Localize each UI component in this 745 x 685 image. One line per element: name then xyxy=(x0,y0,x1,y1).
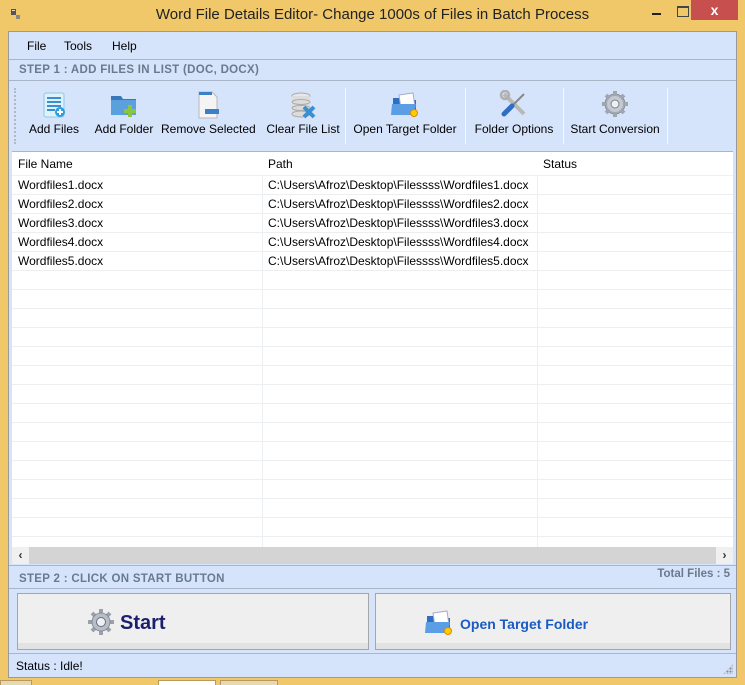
open-folder-icon xyxy=(425,610,452,635)
start-conversion-button[interactable]: Start Conversion xyxy=(567,82,663,150)
taskbar-item[interactable] xyxy=(158,680,216,685)
file-name-cell: Wordfiles3.docx xyxy=(18,216,104,230)
table-row[interactable]: Wordfiles1.docx C:\Users\Afroz\Desktop\Fi… xyxy=(12,176,733,195)
taskbar-item[interactable] xyxy=(0,680,32,685)
add-files-button[interactable]: Add Files xyxy=(23,82,85,150)
empty-row[interactable] xyxy=(12,404,733,423)
empty-row[interactable] xyxy=(12,442,733,461)
path-cell: C:\Users\Afroz\Desktop\Filessss\Wordfile… xyxy=(268,216,529,230)
clear-list-icon xyxy=(291,92,316,119)
menu-help[interactable]: Help xyxy=(112,39,137,53)
step1-header: STEP 1 : ADD FILES IN LIST (DOC, DOCX) xyxy=(9,59,736,81)
file-list-grid[interactable]: File Name Path Status Wordfiles1.docx C:\… xyxy=(12,151,733,547)
add-files-label: Add Files xyxy=(28,122,80,136)
clear-file-list-label: Clear File List xyxy=(266,122,340,136)
minimize-button[interactable] xyxy=(644,0,670,20)
remove-file-icon xyxy=(198,91,219,119)
start-label: Start xyxy=(120,612,166,634)
scroll-left-button[interactable]: ‹ xyxy=(12,547,29,564)
column-header-status[interactable]: Status xyxy=(543,157,577,171)
path-cell: C:\Users\Afroz\Desktop\Filessss\Wordfile… xyxy=(268,235,529,249)
open-folder-icon xyxy=(391,92,418,117)
status-bar: Status : Idle! xyxy=(9,653,736,677)
toolbar-separator xyxy=(345,88,346,144)
add-files-icon xyxy=(43,92,65,118)
gear-icon xyxy=(602,91,628,117)
grid-header: File Name Path Status xyxy=(12,152,733,176)
menu-file[interactable]: File xyxy=(27,39,46,53)
gear-icon xyxy=(88,609,114,635)
wrench-screwdriver-icon xyxy=(499,90,526,117)
window-title: Word File Details Editor- Change 1000s o… xyxy=(155,6,590,23)
file-name-cell: Wordfiles5.docx xyxy=(18,254,104,268)
main-window: File Tools Help STEP 1 : ADD FILES IN LI… xyxy=(8,31,737,678)
open-target-folder-toolbar-button[interactable]: Open Target Folder xyxy=(351,82,459,150)
empty-row[interactable] xyxy=(12,366,733,385)
empty-row[interactable] xyxy=(12,328,733,347)
toolbar-separator xyxy=(465,88,466,144)
path-cell: C:\Users\Afroz\Desktop\Filessss\Wordfile… xyxy=(268,178,529,192)
empty-row[interactable] xyxy=(12,518,733,537)
clear-file-list-button[interactable]: Clear File List xyxy=(263,82,343,150)
empty-row[interactable] xyxy=(12,290,733,309)
table-row[interactable]: Wordfiles4.docx C:\Users\Afroz\Desktop\Fi… xyxy=(12,233,733,252)
title-bar[interactable]: Word File Details Editor- Change 1000s o… xyxy=(0,0,745,31)
toolbar: Add Files Add Folder Remove Selected Cle… xyxy=(9,82,736,150)
step1-label: STEP 1 : ADD FILES IN LIST (DOC, DOCX) xyxy=(19,64,260,76)
file-name-cell: Wordfiles2.docx xyxy=(18,197,104,211)
folder-options-label: Folder Options xyxy=(474,122,554,136)
empty-row[interactable] xyxy=(12,480,733,499)
path-cell: C:\Users\Afroz\Desktop\Filessss\Wordfile… xyxy=(268,254,529,268)
close-button[interactable]: x xyxy=(691,0,738,20)
start-button[interactable]: Start xyxy=(17,593,369,650)
menu-tools[interactable]: Tools xyxy=(64,39,92,53)
toolbar-separator xyxy=(563,88,564,144)
empty-row[interactable] xyxy=(12,499,733,518)
open-target-folder-button[interactable]: Open Target Folder xyxy=(375,593,731,650)
column-header-file-name[interactable]: File Name xyxy=(18,157,73,171)
remove-selected-label: Remove Selected xyxy=(161,122,256,136)
scrollbar-thumb[interactable] xyxy=(29,547,716,564)
add-folder-label: Add Folder xyxy=(94,122,154,136)
path-cell: C:\Users\Afroz\Desktop\Filessss\Wordfile… xyxy=(268,197,529,211)
resize-grip[interactable] xyxy=(723,664,733,674)
taskbar-item[interactable] xyxy=(220,680,278,685)
table-row[interactable]: Wordfiles5.docx C:\Users\Afroz\Desktop\Fi… xyxy=(12,252,733,271)
open-target-folder-toolbar-label: Open Target Folder xyxy=(353,122,457,136)
table-row[interactable]: Wordfiles3.docx C:\Users\Afroz\Desktop\Fi… xyxy=(12,214,733,233)
column-header-path[interactable]: Path xyxy=(268,157,293,171)
status-text: Status : Idle! xyxy=(16,659,83,673)
toolbar-grip[interactable] xyxy=(14,88,16,144)
step2-label: STEP 2 : CLICK ON START BUTTON xyxy=(19,573,225,585)
total-files-count: Total Files : 5 xyxy=(657,568,730,580)
empty-row[interactable] xyxy=(12,423,733,442)
file-name-cell: Wordfiles4.docx xyxy=(18,235,104,249)
scroll-right-button[interactable]: › xyxy=(716,547,733,564)
menu-bar: File Tools Help xyxy=(9,32,736,59)
empty-row[interactable] xyxy=(12,537,733,547)
empty-row[interactable] xyxy=(12,385,733,404)
empty-row[interactable] xyxy=(12,461,733,480)
start-conversion-label: Start Conversion xyxy=(570,122,660,136)
toolbar-separator xyxy=(667,88,668,144)
add-folder-icon xyxy=(111,96,136,117)
empty-row[interactable] xyxy=(12,271,733,290)
remove-selected-button[interactable]: Remove Selected xyxy=(161,82,256,150)
table-row[interactable]: Wordfiles2.docx C:\Users\Afroz\Desktop\Fi… xyxy=(12,195,733,214)
open-target-folder-label: Open Target Folder xyxy=(460,616,589,632)
horizontal-scrollbar[interactable]: ‹ › xyxy=(12,547,733,564)
file-name-cell: Wordfiles1.docx xyxy=(18,178,104,192)
step2-header: STEP 2 : CLICK ON START BUTTON Total Fil… xyxy=(9,565,736,589)
folder-options-button[interactable]: Folder Options xyxy=(471,82,557,150)
empty-row[interactable] xyxy=(12,347,733,366)
empty-row[interactable] xyxy=(12,309,733,328)
add-folder-button[interactable]: Add Folder xyxy=(89,82,159,150)
